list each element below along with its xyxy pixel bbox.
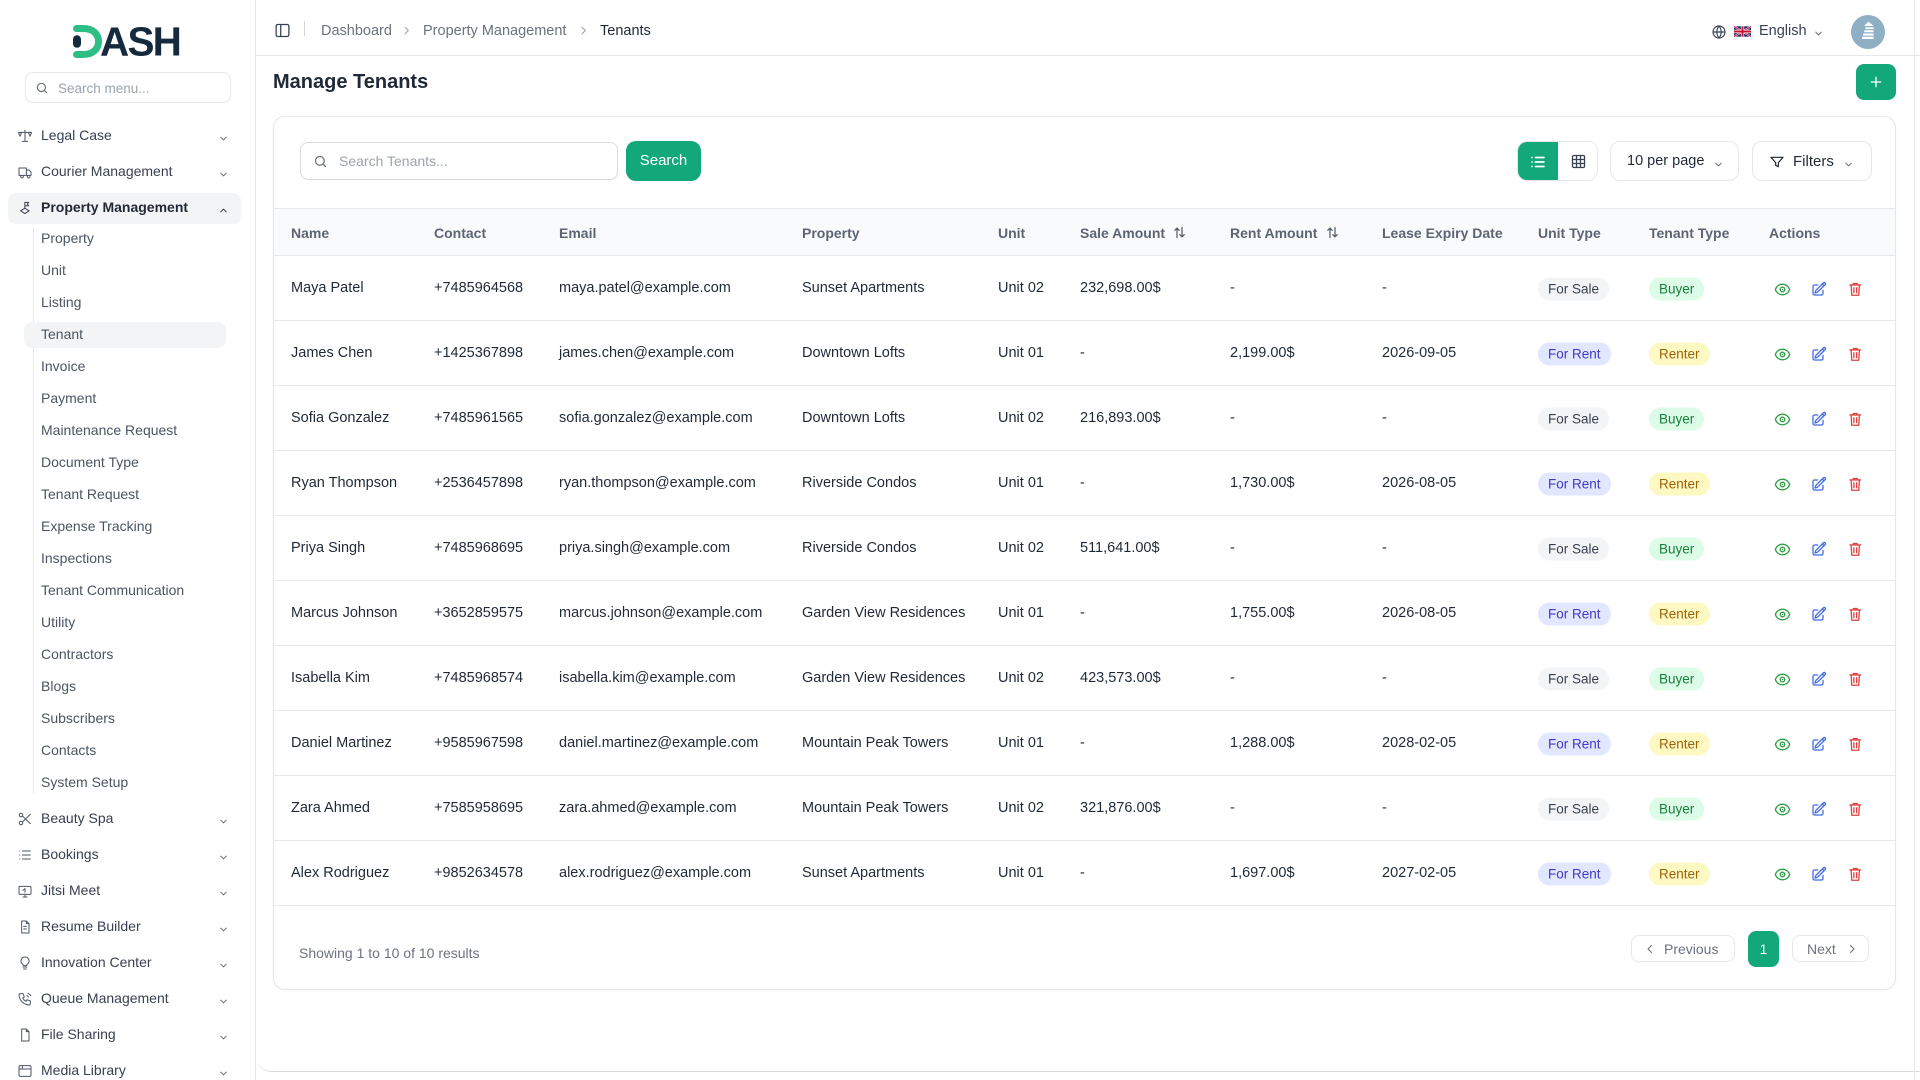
svg-text:ASH: ASH bbox=[100, 19, 180, 65]
